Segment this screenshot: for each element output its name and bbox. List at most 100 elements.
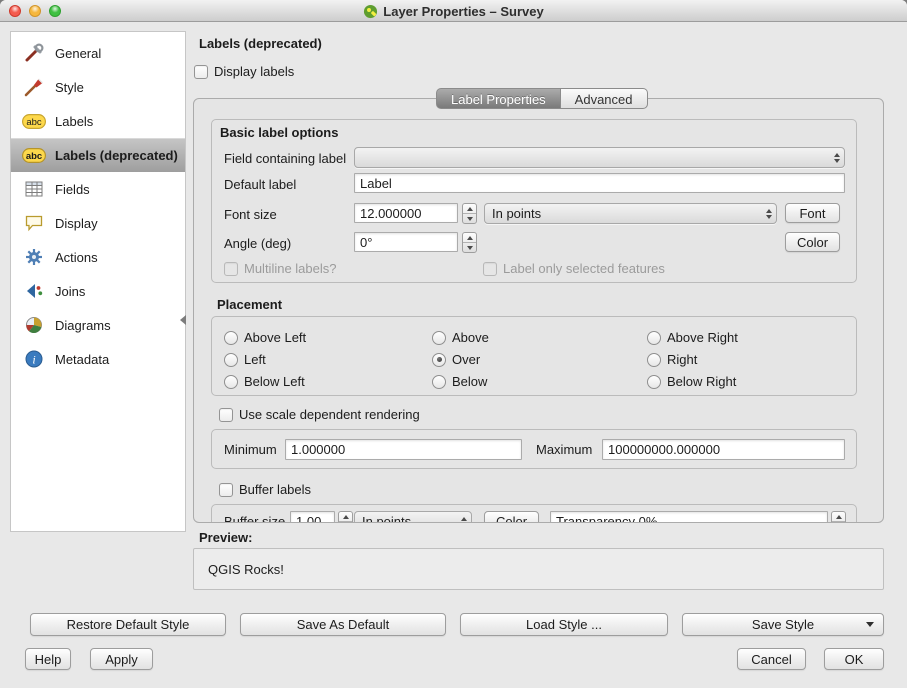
checkbox-label: Use scale dependent rendering (239, 407, 420, 422)
font-size-stepper[interactable] (462, 203, 477, 224)
sidebar-item-metadata[interactable]: i Metadata (11, 342, 185, 376)
display-labels-checkbox[interactable]: Display labels (194, 64, 294, 79)
radio-left[interactable]: Left (224, 352, 266, 367)
buffer-transparency-input[interactable] (550, 511, 828, 523)
tab-advanced[interactable]: Advanced (561, 88, 648, 109)
label-properties-pane: Basic label options Field containing lab… (193, 98, 884, 523)
load-style-button[interactable]: Load Style ... (460, 613, 668, 636)
label-only-selected-checkbox[interactable]: Label only selected features (483, 261, 665, 276)
preview-box: QGIS Rocks! (193, 548, 884, 590)
sidebar-item-label: Display (55, 216, 98, 231)
checkbox-box (219, 483, 233, 497)
font-size-units-combobox[interactable]: In points (484, 203, 777, 224)
font-size-label: Font size (224, 207, 277, 222)
checkbox-box (224, 262, 238, 276)
radio-above[interactable]: Above (432, 330, 489, 345)
preview-text: QGIS Rocks! (208, 562, 284, 577)
checkbox-box (194, 65, 208, 79)
basic-label-options-group: Basic label options Field containing lab… (211, 119, 857, 283)
minimum-scale-input[interactable] (285, 439, 522, 460)
apply-button[interactable]: Apply (90, 648, 153, 670)
restore-default-style-button[interactable]: Restore Default Style (30, 613, 226, 636)
radio-above-left[interactable]: Above Left (224, 330, 306, 345)
titlebar[interactable]: Layer Properties – Survey (0, 0, 907, 22)
field-containing-label-label: Field containing label (224, 151, 346, 166)
radio-below-left[interactable]: Below Left (224, 374, 305, 389)
buffer-size-label: Buffer size (224, 514, 285, 523)
combobox-arrows-icon (761, 204, 776, 223)
placement-group: Above Left Above Above Right Left Over R… (211, 316, 857, 396)
buffer-size-stepper[interactable] (338, 511, 353, 523)
maximum-scale-input[interactable] (602, 439, 845, 460)
sidebar-item-labels[interactable]: abc Labels (11, 104, 185, 138)
svg-text:abc: abc (26, 151, 42, 162)
panel-collapse-arrow[interactable] (180, 313, 188, 327)
sidebar-item-labels-deprecated[interactable]: abc Labels (deprecated) (11, 138, 185, 172)
combobox-arrows-icon (456, 512, 471, 523)
field-containing-label-combobox[interactable] (354, 147, 845, 168)
font-button[interactable]: Font (785, 203, 840, 223)
buffer-units-combobox[interactable]: In points (354, 511, 472, 523)
buffer-group: Buffer size In points Color (211, 504, 857, 523)
sidebar-item-general[interactable]: General (11, 36, 185, 70)
tab-label-properties[interactable]: Label Properties (436, 88, 561, 109)
save-style-menu-button[interactable]: Save Style (682, 613, 884, 636)
radio-below[interactable]: Below (432, 374, 487, 389)
radio-over[interactable]: Over (432, 352, 480, 367)
checkbox-label: Buffer labels (239, 482, 311, 497)
default-label-input[interactable] (354, 173, 845, 193)
info-icon: i (21, 346, 47, 372)
speech-bubble-icon (21, 210, 47, 236)
default-label-label: Default label (224, 177, 296, 192)
scale-range-group: Minimum Maximum (211, 429, 857, 469)
sidebar-item-display[interactable]: Display (11, 206, 185, 240)
radio-circle (224, 353, 238, 367)
maximum-label: Maximum (536, 442, 592, 457)
angle-stepper[interactable] (462, 232, 477, 253)
cancel-button[interactable]: Cancel (737, 648, 806, 670)
radio-circle (647, 375, 661, 389)
placement-title: Placement (217, 297, 282, 312)
ok-button[interactable]: OK (824, 648, 884, 670)
sidebar-item-actions[interactable]: Actions (11, 240, 185, 274)
angle-label: Angle (deg) (224, 236, 291, 251)
angle-input[interactable] (354, 232, 458, 252)
label-tabs: Label Properties Advanced (436, 88, 648, 109)
page-title: Labels (deprecated) (199, 36, 322, 51)
group-title: Basic label options (220, 125, 338, 140)
diagram-pie-icon (21, 312, 47, 338)
sidebar-item-label: Actions (55, 250, 98, 265)
color-button[interactable]: Color (785, 232, 840, 252)
sidebar-item-diagrams[interactable]: Diagrams (11, 308, 185, 342)
radio-circle-selected (432, 353, 446, 367)
menu-dropdown-icon (866, 622, 874, 627)
buffer-transparency-stepper[interactable] (831, 511, 846, 523)
abc-label-deprecated-icon: abc (21, 142, 47, 168)
combobox-value: In points (492, 206, 761, 221)
sidebar-item-label: Joins (55, 284, 85, 299)
wrench-hammer-icon (21, 40, 47, 66)
sidebar-item-joins[interactable]: Joins (11, 274, 185, 308)
radio-right[interactable]: Right (647, 352, 697, 367)
gear-icon (21, 244, 47, 270)
radio-above-right[interactable]: Above Right (647, 330, 738, 345)
title-area: Layer Properties – Survey (0, 0, 907, 22)
combobox-arrows-icon (829, 148, 844, 167)
buffer-size-input[interactable] (290, 511, 335, 523)
font-size-input[interactable] (354, 203, 458, 223)
scale-dependent-checkbox[interactable]: Use scale dependent rendering (219, 407, 420, 422)
multiline-labels-checkbox[interactable]: Multiline labels? (224, 261, 337, 276)
sidebar-item-label: Diagrams (55, 318, 111, 333)
checkbox-box (483, 262, 497, 276)
properties-sidebar: General Style abc Labels abc Labels (dep… (10, 31, 186, 532)
buffer-labels-checkbox[interactable]: Buffer labels (219, 482, 311, 497)
save-as-default-button[interactable]: Save As Default (240, 613, 446, 636)
help-button[interactable]: Help (25, 648, 71, 670)
radio-circle (647, 353, 661, 367)
radio-below-right[interactable]: Below Right (647, 374, 736, 389)
buffer-color-button[interactable]: Color (484, 511, 539, 523)
sidebar-item-fields[interactable]: Fields (11, 172, 185, 206)
radio-circle (432, 331, 446, 345)
sidebar-item-style[interactable]: Style (11, 70, 185, 104)
radio-circle (224, 375, 238, 389)
